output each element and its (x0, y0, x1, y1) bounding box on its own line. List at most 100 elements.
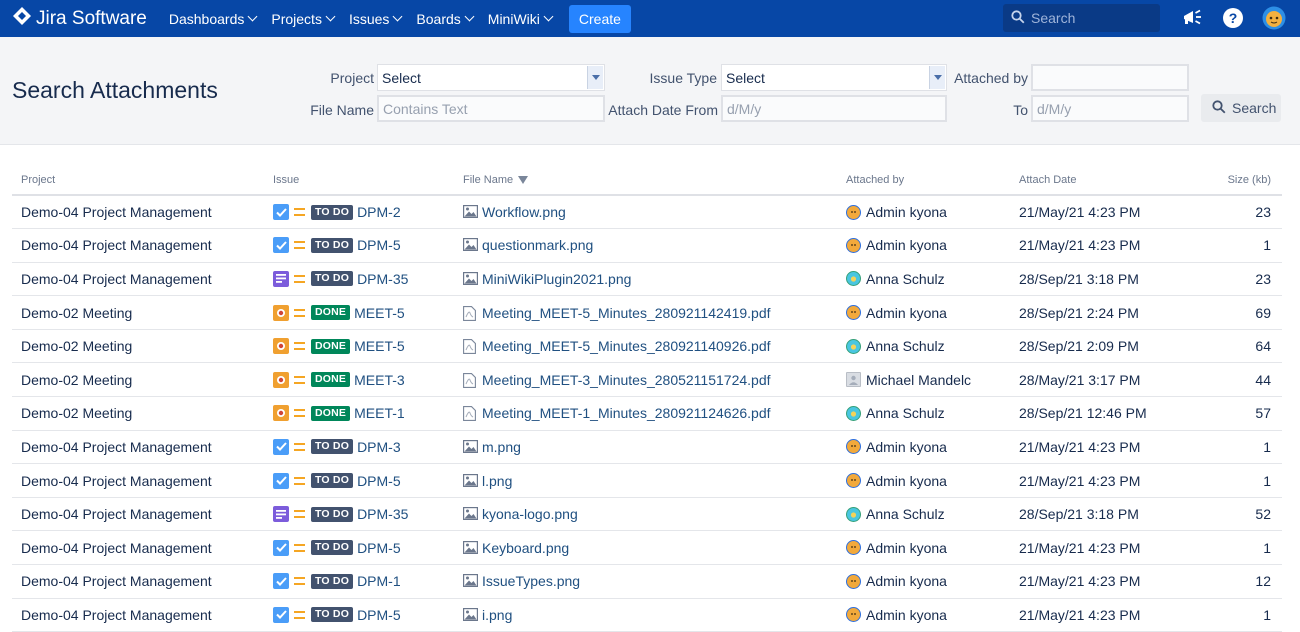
file-name-cell: Workflow.png (454, 195, 837, 230)
attach-date-cell: 21/May/21 4:23 PM (1010, 430, 1190, 465)
nav-dashboards[interactable]: Dashboards (169, 11, 258, 27)
size-cell: 1 (1190, 598, 1282, 632)
global-search[interactable] (1003, 4, 1160, 32)
attachment-link[interactable]: Meeting_MEET-1_Minutes_280921124626.pdf (482, 405, 771, 421)
attach-date-cell: 21/May/21 4:23 PM (1010, 530, 1190, 566)
issue-key-link[interactable]: DPM-5 (357, 607, 401, 623)
user-name: Admin kyona (866, 472, 947, 489)
issue-key-link[interactable]: DPM-5 (357, 473, 401, 489)
column-header-size[interactable]: Size (kb) (1190, 165, 1282, 196)
attachment-link[interactable]: m.png (482, 439, 521, 455)
column-header-file-name[interactable]: File Name (454, 165, 837, 196)
attached-by-cell: Anna Schulz (837, 329, 1010, 364)
attachment-link[interactable]: MiniWikiPlugin2021.png (482, 271, 631, 287)
avatar[interactable] (1262, 6, 1286, 30)
attached-by-cell: Michael Mandelc (837, 362, 1010, 398)
file-name-input[interactable]: Contains Text (377, 95, 605, 122)
global-search-input[interactable] (1031, 10, 1151, 26)
issue-key-link[interactable]: MEET-5 (354, 338, 405, 354)
status-badge: DONE (311, 305, 351, 321)
size-cell: 12 (1190, 564, 1282, 599)
nav-miniwiki[interactable]: MiniWiki (488, 11, 554, 27)
attachment-link[interactable]: questionmark.png (482, 237, 593, 253)
column-header-issue[interactable]: Issue (264, 165, 454, 196)
attach-date-to-input[interactable]: d/M/y (1031, 95, 1189, 122)
file-name-cell: questionmark.png (454, 228, 837, 263)
task-type-icon (273, 237, 289, 254)
issue-cell: DONE MEET-3 (264, 362, 454, 398)
priority-medium-icon (294, 409, 305, 418)
attachment-link[interactable]: IssueTypes.png (482, 573, 580, 589)
size-cell: 69 (1190, 295, 1282, 330)
jira-logo[interactable]: Jira Software (12, 6, 147, 32)
attached-by-cell: Admin kyona (837, 463, 1010, 498)
size-cell: 44 (1190, 362, 1282, 398)
chevron-down-icon (247, 11, 258, 22)
to-label: To (1013, 102, 1028, 118)
search-icon (1212, 99, 1226, 117)
table-row: Demo-04 Project Management TO DO DPM-2 Work… (12, 195, 1282, 230)
help-icon[interactable]: ? (1221, 6, 1245, 30)
attachment-link[interactable]: Workflow.png (482, 204, 566, 220)
issue-type-label: Issue Type (649, 70, 717, 86)
create-button[interactable]: Create (568, 4, 631, 33)
file-name-cell: IssueTypes.png (454, 564, 837, 599)
priority-medium-icon (294, 308, 305, 317)
project-select[interactable]: Select (377, 64, 605, 91)
issue-key-link[interactable]: MEET-1 (354, 405, 405, 421)
attachment-link[interactable]: i.png (482, 607, 512, 623)
attachment-link[interactable]: Meeting_MEET-3_Minutes_280521151724.pdf (482, 372, 771, 388)
issue-key-link[interactable]: MEET-3 (354, 372, 405, 388)
task-type-icon (273, 438, 289, 455)
size-cell: 52 (1190, 497, 1282, 532)
issue-cell: TO DO DPM-5 (264, 530, 454, 566)
issue-type-select[interactable]: Select (721, 64, 947, 91)
nav-issues[interactable]: Issues (349, 11, 403, 27)
task-type-icon (273, 472, 289, 489)
user-avatar (846, 271, 861, 287)
nav-boards[interactable]: Boards (416, 11, 475, 27)
priority-medium-icon (294, 241, 305, 250)
attached-by-input[interactable] (1031, 64, 1189, 91)
column-header-attached-by[interactable]: Attached by (837, 165, 1010, 196)
attach-date-from-input[interactable]: d/M/y (721, 95, 947, 122)
search-button[interactable]: Search (1201, 94, 1281, 122)
file-name-cell: kyona-logo.png (454, 497, 837, 532)
pdf-file-icon (463, 339, 478, 355)
column-header-project[interactable]: Project (12, 165, 264, 196)
issue-key-link[interactable]: DPM-2 (357, 204, 401, 220)
chevron-down-icon (543, 11, 554, 22)
column-header-attach-date[interactable]: Attach Date (1010, 165, 1190, 196)
issue-key-link[interactable]: DPM-5 (357, 237, 401, 253)
table-row: Demo-04 Project Management TO DO DPM-3 m.pn… (12, 430, 1282, 465)
issue-key-link[interactable]: MEET-5 (354, 305, 405, 321)
attach-date-cell: 21/May/21 4:23 PM (1010, 564, 1190, 599)
user-name: Admin kyona (866, 237, 947, 254)
status-badge: TO DO (311, 573, 354, 589)
issue-key-link[interactable]: DPM-5 (357, 540, 401, 556)
attachment-link[interactable]: Meeting_MEET-5_Minutes_280921140926.pdf (482, 338, 771, 354)
image-file-icon (463, 271, 478, 286)
status-badge: TO DO (311, 271, 354, 287)
attachment-link[interactable]: Meeting_MEET-5_Minutes_280921142419.pdf (482, 305, 771, 321)
attachments-table: Project Issue File Name Attached by Atta… (12, 165, 1282, 632)
status-badge: TO DO (311, 540, 354, 556)
issue-key-link[interactable]: DPM-3 (357, 439, 401, 455)
attachment-link[interactable]: kyona-logo.png (482, 506, 578, 522)
attachment-link[interactable]: Keyboard.png (482, 540, 569, 556)
page-title: Search Attachments (12, 77, 218, 103)
priority-medium-icon (294, 577, 305, 586)
sort-descending-icon (518, 175, 529, 184)
nav-projects[interactable]: Projects (271, 11, 336, 27)
attach-date-cell: 21/May/21 4:23 PM (1010, 598, 1190, 632)
pdf-file-icon (463, 305, 478, 321)
issue-key-link[interactable]: DPM-1 (357, 573, 401, 589)
attachment-link[interactable]: l.png (482, 473, 512, 489)
image-file-icon (463, 439, 478, 454)
size-cell: 23 (1190, 195, 1282, 230)
issue-key-link[interactable]: DPM-35 (357, 506, 408, 522)
priority-medium-icon (294, 610, 305, 619)
search-icon (1011, 9, 1025, 27)
megaphone-icon[interactable] (1180, 6, 1204, 30)
issue-key-link[interactable]: DPM-35 (357, 271, 408, 287)
